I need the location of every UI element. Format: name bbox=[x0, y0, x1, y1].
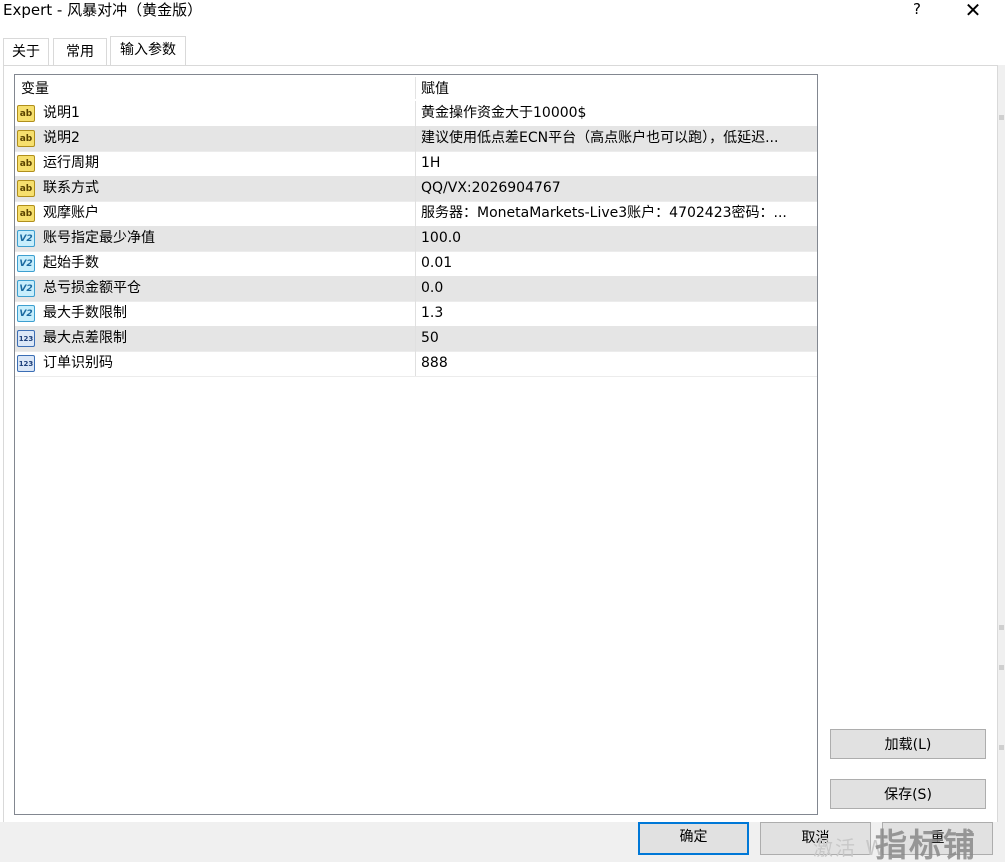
parameter-name: 总亏损金额平仓 bbox=[43, 280, 141, 296]
edge-mark bbox=[999, 115, 1004, 120]
close-button[interactable]: ✕ bbox=[958, 0, 988, 22]
parameter-value[interactable]: 黄金操作资金大于10000$ bbox=[421, 101, 811, 126]
parameter-value[interactable]: 100.0 bbox=[421, 226, 811, 251]
column-divider bbox=[415, 326, 416, 351]
column-divider bbox=[415, 251, 416, 276]
parameter-value[interactable]: 建议使用低点差ECN平台（高点账户也可以跑），低延迟... bbox=[421, 126, 811, 151]
column-divider bbox=[415, 226, 416, 251]
parameter-value[interactable]: 1H bbox=[421, 151, 811, 176]
parameter-value[interactable]: 50 bbox=[421, 326, 811, 351]
parameter-row[interactable]: V2 最大手数限制 1.3 bbox=[15, 301, 817, 327]
parameter-row[interactable]: ab 联系方式 QQ/VX:2026904767 bbox=[15, 176, 817, 202]
cancel-button[interactable]: 取消 bbox=[760, 822, 871, 855]
save-button[interactable]: 保存(S) bbox=[830, 779, 986, 809]
header-value[interactable]: 赋值 bbox=[421, 75, 449, 101]
column-divider bbox=[415, 276, 416, 301]
parameter-value[interactable]: 1.3 bbox=[421, 301, 811, 326]
parameter-name: 起始手数 bbox=[43, 255, 99, 271]
edge-mark bbox=[999, 665, 1004, 670]
string-type-icon: ab bbox=[17, 155, 35, 172]
parameter-row[interactable]: 123 订单识别码 888 bbox=[15, 351, 817, 377]
string-type-icon: ab bbox=[17, 105, 35, 122]
load-button[interactable]: 加载(L) bbox=[830, 729, 986, 759]
parameter-row[interactable]: ab 说明2 建议使用低点差ECN平台（高点账户也可以跑），低延迟... bbox=[15, 126, 817, 152]
parameter-name: 最大手数限制 bbox=[43, 305, 127, 321]
parameter-name: 订单识别码 bbox=[43, 355, 113, 371]
parameter-name: 说明1 bbox=[43, 105, 80, 121]
parameter-value[interactable]: 0.01 bbox=[421, 251, 811, 276]
column-divider bbox=[415, 101, 416, 126]
tab-inputs[interactable]: 输入参数 bbox=[110, 36, 186, 65]
header-divider[interactable] bbox=[415, 77, 416, 99]
parameter-row[interactable]: V2 起始手数 0.01 bbox=[15, 251, 817, 277]
double-type-icon: V2 bbox=[17, 280, 35, 297]
parameter-name: 说明2 bbox=[43, 130, 80, 146]
parameter-row[interactable]: V2 总亏损金额平仓 0.0 bbox=[15, 276, 817, 302]
column-divider bbox=[415, 301, 416, 326]
edge-mark bbox=[999, 745, 1004, 750]
string-type-icon: ab bbox=[17, 130, 35, 147]
parameter-name: 账号指定最少净值 bbox=[43, 230, 155, 246]
right-scroll-edge bbox=[998, 65, 1005, 822]
parameter-row[interactable]: ab 说明1 黄金操作资金大于10000$ bbox=[15, 101, 817, 127]
tab-common[interactable]: 常用 bbox=[53, 38, 107, 65]
parameter-row[interactable]: V2 账号指定最少净值 100.0 bbox=[15, 226, 817, 252]
parameter-value[interactable]: QQ/VX:2026904767 bbox=[421, 176, 811, 201]
column-divider bbox=[415, 151, 416, 176]
column-divider bbox=[415, 176, 416, 201]
string-type-icon: ab bbox=[17, 205, 35, 222]
tab-about[interactable]: 关于 bbox=[3, 38, 49, 65]
parameter-row[interactable]: ab 运行周期 1H bbox=[15, 151, 817, 177]
parameter-value[interactable]: 888 bbox=[421, 351, 811, 376]
parameter-row[interactable]: ab 观摩账户 服务器：MonetaMarkets-Live3账户：4702423密… bbox=[15, 201, 817, 227]
double-type-icon: V2 bbox=[17, 305, 35, 322]
edge-mark bbox=[999, 625, 1004, 630]
help-button[interactable]: ? bbox=[906, 0, 928, 20]
integer-type-icon: 123 bbox=[17, 330, 35, 347]
integer-type-icon: 123 bbox=[17, 355, 35, 372]
parameter-value[interactable]: 0.0 bbox=[421, 276, 811, 301]
parameter-name: 观摩账户 bbox=[43, 205, 99, 221]
string-type-icon: ab bbox=[17, 180, 35, 197]
ok-button[interactable]: 确定 bbox=[638, 822, 749, 855]
double-type-icon: V2 bbox=[17, 255, 35, 272]
title-bar: Expert - 风暴对冲（黄金版） ? ✕ bbox=[0, 0, 1005, 34]
column-divider bbox=[415, 126, 416, 151]
parameter-row[interactable]: 123 最大点差限制 50 bbox=[15, 326, 817, 352]
double-type-icon: V2 bbox=[17, 230, 35, 247]
grid-header: 变量 赋值 bbox=[15, 75, 817, 101]
column-divider bbox=[415, 201, 416, 226]
header-variable[interactable]: 变量 bbox=[21, 75, 49, 101]
parameter-name: 最大点差限制 bbox=[43, 330, 127, 346]
window-title: Expert - 风暴对冲（黄金版） bbox=[3, 1, 203, 19]
input-parameters-grid[interactable]: 变量 赋值 ab 说明1 黄金操作资金大于10000$ ab 说明2 建议使用低点差ECN… bbox=[14, 74, 818, 815]
parameter-name: 联系方式 bbox=[43, 180, 99, 196]
parameter-value[interactable]: 服务器：MonetaMarkets-Live3账户：4702423密码：... bbox=[421, 201, 811, 226]
reset-button[interactable]: 重 bbox=[882, 822, 993, 855]
column-divider bbox=[415, 351, 416, 376]
parameter-name: 运行周期 bbox=[43, 155, 99, 171]
